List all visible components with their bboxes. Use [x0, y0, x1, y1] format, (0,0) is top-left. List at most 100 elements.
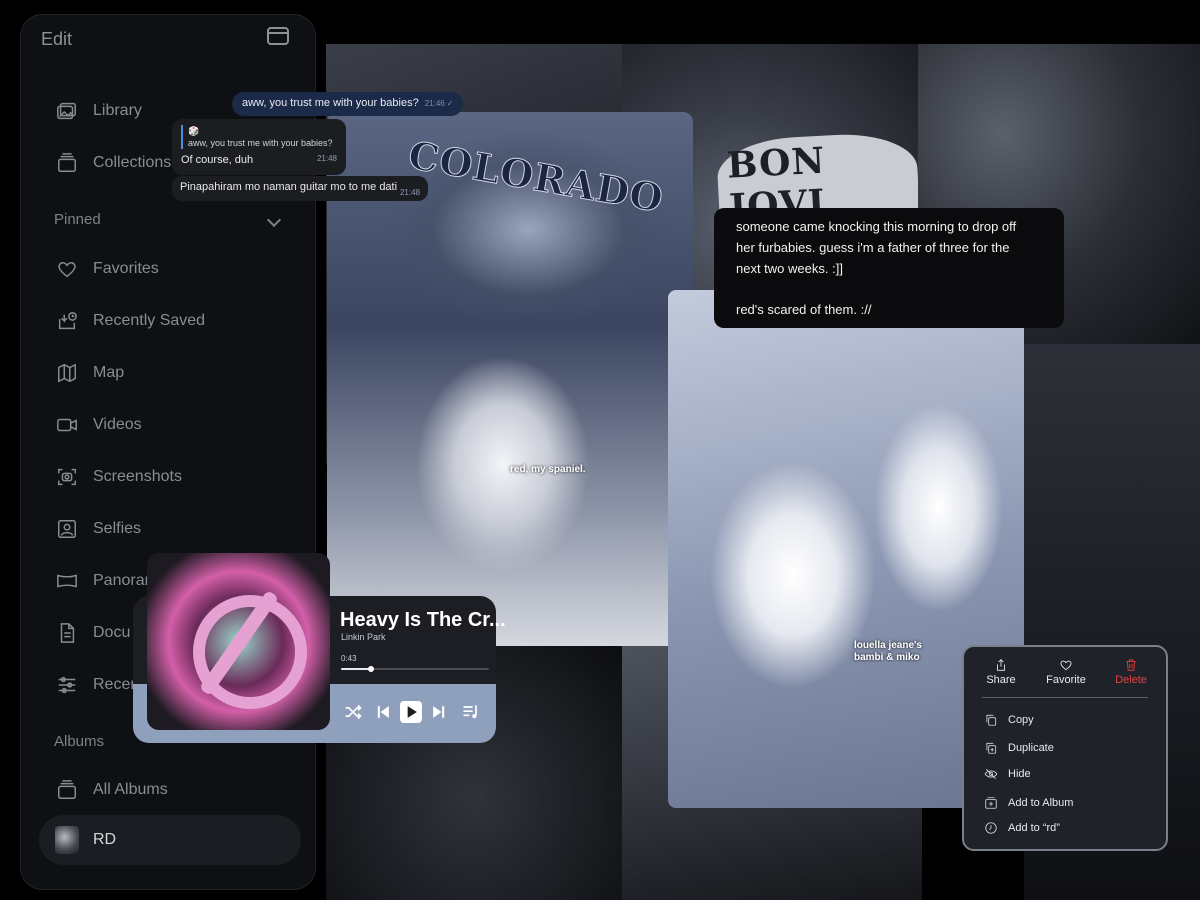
playback-progress-fill [341, 668, 371, 670]
chat-message-text: Pinapahiram mo naman guitar mo to me dat… [180, 181, 398, 193]
sweatshirt-text: COLORADO [405, 131, 668, 222]
add-album-icon [985, 797, 997, 809]
screenshot-icon [55, 465, 79, 489]
previous-track-button[interactable] [372, 701, 394, 723]
play-button[interactable] [400, 701, 422, 723]
sidebar-item-all-albums[interactable]: All Albums [55, 778, 168, 802]
quote-dice-icon: 🎲 [188, 126, 200, 136]
map-icon [55, 361, 79, 385]
chat-timestamp: 21:46 [424, 99, 445, 108]
sidebar-item-label: Map [93, 364, 125, 381]
menu-item-label: Hide [1008, 768, 1031, 780]
duplicate-icon [986, 742, 997, 754]
video-camera-icon [55, 413, 79, 437]
photo-library-icon [55, 99, 79, 123]
trash-icon [1126, 659, 1136, 671]
menu-item-copy[interactable]: Copy [984, 712, 1034, 728]
sidebar-item-label: Videos [93, 416, 142, 433]
next-track-button[interactable] [428, 701, 450, 723]
share-icon [997, 659, 1005, 671]
clock-icon [985, 822, 997, 834]
chat-message-text: aww, you trust me with your babies? [242, 97, 419, 109]
heart-icon [1060, 660, 1072, 671]
sidebar-item-rd[interactable]: RD [55, 826, 117, 854]
menu-item-label: Add to Album [1008, 797, 1074, 809]
edit-button[interactable]: Edit [41, 29, 72, 50]
queue-button[interactable] [460, 701, 482, 723]
sidebar-item-label: Library [93, 102, 142, 119]
sidebar-item-label: Panorar [93, 572, 150, 589]
playback-progress-bar[interactable] [341, 666, 489, 672]
menu-item-duplicate[interactable]: Duplicate [984, 740, 1054, 756]
sidebar-toggle-icon[interactable] [267, 27, 289, 45]
sidebar-item-label: Recently Saved [93, 312, 206, 329]
sidebar-item-label: Screenshots [93, 468, 182, 485]
sidebar-item-panoramas[interactable]: Panorar [55, 569, 150, 593]
delete-label: Delete [1115, 674, 1147, 686]
favorite-action[interactable]: Favorite [1036, 658, 1096, 686]
chat-timestamp: 21:48 [399, 188, 420, 197]
pinned-section-header[interactable]: Pinned [54, 211, 101, 228]
chat-timestamp: 21:48 [316, 154, 337, 164]
sidebar-item-screenshots[interactable]: Screenshots [55, 465, 182, 489]
panorama-icon [55, 569, 79, 593]
albums-section-header[interactable]: Albums [54, 733, 104, 750]
menu-item-label: Copy [1008, 714, 1034, 726]
menu-item-add-to-rd[interactable]: Add to “rd” [984, 820, 1060, 836]
collections-icon [55, 151, 79, 175]
menu-item-hide[interactable]: Hide [984, 766, 1031, 782]
sidebar-item-favorites[interactable]: Favorites [55, 257, 159, 281]
sidebar-item-selfies[interactable]: Selfies [55, 517, 141, 541]
sidebar-item-label: All Albums [93, 781, 168, 798]
albums-stack-icon [55, 778, 79, 802]
shuffle-icon [345, 704, 362, 720]
menu-item-label: Add to “rd” [1008, 822, 1060, 834]
play-icon [407, 706, 417, 718]
chat-bubble-second: Pinapahiram mo naman guitar mo to me dat… [172, 176, 428, 201]
track-title: Heavy Is The Cr... [340, 609, 506, 631]
sidebar-item-library[interactable]: Library [55, 99, 142, 123]
sidebar-item-map[interactable]: Map [55, 361, 124, 385]
playback-scrubber-knob[interactable] [367, 666, 374, 672]
heart-icon [55, 257, 79, 281]
note-paragraph-2: red's scared of them. :// [736, 302, 872, 317]
corgi-caption-line1: louella jeane's [854, 640, 922, 651]
quoted-text: aww, you trust me with your babies? [188, 138, 333, 149]
sidebar-item-label: Collections [93, 154, 172, 171]
previous-icon [377, 706, 389, 718]
sidebar-item-recent[interactable]: Recen [55, 673, 139, 697]
album-thumbnail [55, 826, 79, 854]
chevron-down-icon[interactable] [266, 212, 282, 228]
eye-slash-icon [984, 769, 998, 779]
sidebar-item-collections[interactable]: Collections [55, 151, 171, 175]
sidebar-item-label: Favorites [93, 260, 159, 277]
queue-music-icon [463, 705, 477, 719]
share-label: Share [986, 674, 1016, 686]
chat-bubble-reply: 🎲 aww, you trust me with your babies? Of… [172, 119, 346, 175]
sidebar-item-label: RD [93, 831, 117, 848]
sidebar-item-videos[interactable]: Videos [55, 413, 142, 437]
menu-divider [982, 697, 1148, 698]
next-icon [433, 706, 445, 718]
sidebar-item-label: Selfies [93, 520, 142, 537]
menu-item-add-to-album[interactable]: Add to Album [984, 795, 1073, 811]
corgi-caption-line2: bambi & miko [854, 652, 920, 663]
read-check-icon: ✓ [446, 99, 454, 108]
favorite-label: Favorite [1046, 674, 1086, 686]
share-action[interactable]: Share [971, 658, 1031, 686]
sliders-icon [55, 673, 79, 697]
menu-item-label: Duplicate [1008, 742, 1054, 754]
album-artwork[interactable] [147, 553, 330, 730]
track-artist: Linkin Park [341, 632, 386, 642]
copy-icon [986, 714, 997, 726]
spaniel-caption: red, my spaniel. [510, 464, 586, 475]
sidebar-item-recently-saved[interactable]: Recently Saved [55, 309, 205, 333]
chat-bubble-sent: aww, you trust me with your babies? 21:46… [232, 92, 464, 116]
sidebar-item-label: Docu [93, 624, 131, 641]
document-icon [55, 621, 79, 645]
delete-action[interactable]: Delete [1101, 658, 1161, 686]
sidebar-item-documents[interactable]: Docu [55, 621, 130, 645]
elapsed-time: 0:43 [341, 654, 357, 663]
shuffle-button[interactable] [342, 701, 364, 723]
note-card: someone came knocking this morning to dr… [714, 208, 1064, 328]
